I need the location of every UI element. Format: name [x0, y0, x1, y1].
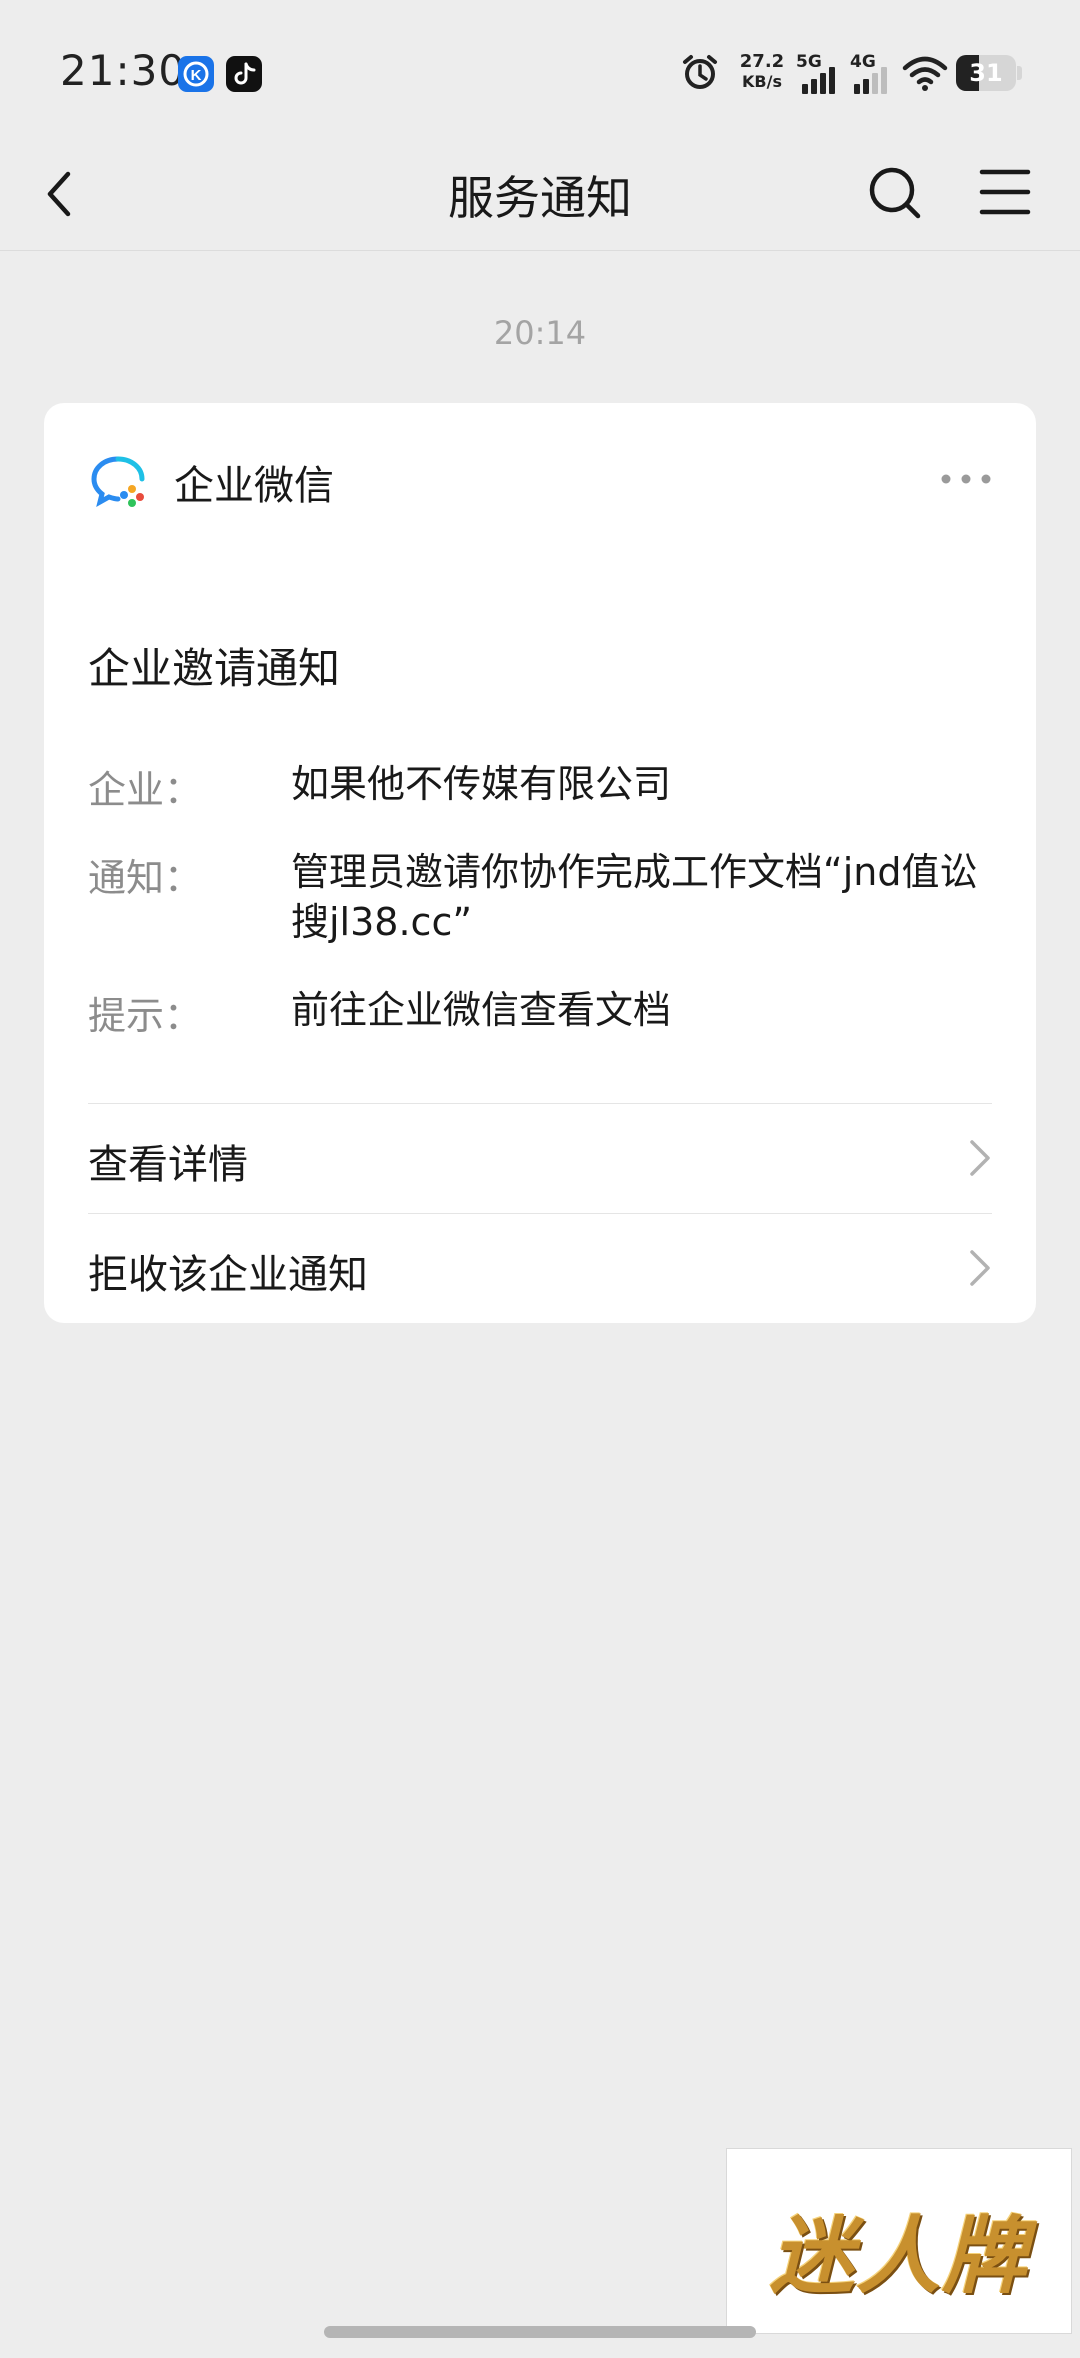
company-label: 企业：	[88, 768, 203, 812]
net-speed: 27.2 KB/s	[738, 52, 786, 92]
nav-bar: 服务通知	[0, 140, 1080, 251]
home-indicator[interactable]	[324, 2326, 756, 2338]
company-value: 如果他不传媒有限公司	[291, 762, 672, 806]
status-bar: 21:30 K 27.2 KB/s 5G 4G 31	[0, 0, 1080, 140]
notice-title: 企业邀请通知	[88, 644, 341, 693]
message-timestamp: 20:14	[493, 314, 587, 352]
tiktok-icon	[226, 56, 262, 92]
hint-label: 提示：	[88, 994, 203, 1038]
search-icon[interactable]	[864, 160, 928, 228]
card-header: 企业微信	[44, 403, 1036, 553]
view-details-label: 查看详情	[88, 1142, 248, 1188]
alarm-icon	[680, 52, 720, 96]
chevron-right-icon	[968, 1138, 992, 1182]
menu-icon[interactable]	[978, 164, 1032, 224]
status-time: 21:30	[60, 46, 187, 95]
battery-level: 31	[969, 59, 1003, 87]
view-details-button[interactable]: 查看详情	[88, 1103, 992, 1212]
wifi-icon	[902, 56, 948, 96]
reject-notifications-button[interactable]: 拒收该企业通知	[88, 1213, 992, 1322]
signal-icon-2	[852, 66, 892, 98]
watermark-logo: 迷人牌	[769, 2206, 1028, 2305]
watermark: 迷人牌	[726, 2148, 1072, 2334]
hint-value: 前往企业微信查看文档	[291, 988, 672, 1032]
svg-text:K: K	[191, 67, 202, 84]
chevron-right-icon	[968, 1248, 992, 1292]
net-speed-value: 27.2	[739, 51, 785, 72]
kugou-icon: K	[178, 56, 214, 92]
battery-icon: 31	[956, 55, 1016, 91]
source-name: 企业微信	[174, 463, 334, 509]
signal-icon	[800, 66, 840, 98]
reject-notifications-label: 拒收该企业通知	[88, 1252, 368, 1298]
net-speed-unit: KB/s	[742, 72, 782, 91]
notice-label: 通知：	[88, 856, 203, 900]
notification-card: 企业微信 企业邀请通知 企业： 如果他不传媒有限公司 通知： 管理员邀请你协作完…	[44, 403, 1036, 1323]
notice-value: 管理员邀请你协作完成工作文档“jnd值讼搜jl38.cc”	[291, 850, 978, 944]
wecom-logo-icon	[88, 453, 148, 513]
battery-nub	[1017, 66, 1022, 80]
more-icon[interactable]	[940, 471, 992, 490]
